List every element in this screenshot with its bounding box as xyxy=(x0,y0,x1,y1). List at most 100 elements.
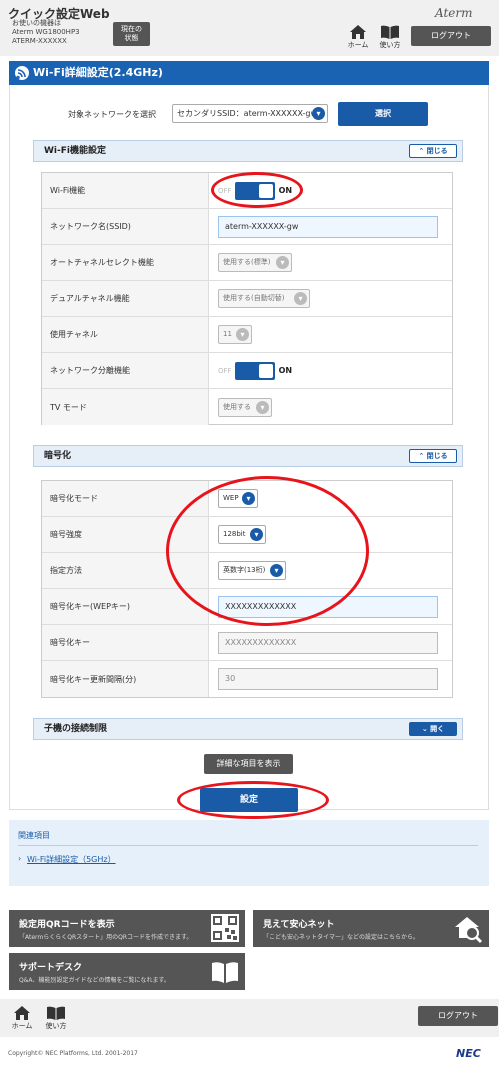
encryption-section-collapse-button[interactable]: ⌃ 閉じる xyxy=(409,449,457,463)
footer-home-nav[interactable]: ホーム xyxy=(8,1006,36,1031)
home-label: ホーム xyxy=(11,1022,33,1030)
table-row: ネットワーク名(SSID) aterm-XXXXXX-gw xyxy=(42,209,452,245)
table-row: オートチャネルセレクト機能 使用する(標準) ▾ xyxy=(42,245,452,281)
card-subtitle: 「AtermらくらくQRスタート」用のQRコードを作成できます。 xyxy=(19,934,193,941)
target-network-select[interactable]: セカンダリSSID：aterm-XXXXXX-gw ▾ xyxy=(172,104,328,123)
card-subtitle: Q&A、機能別設定ガイドなどの情報をご覧になれます。 xyxy=(19,977,170,984)
channel-select: 11 ▾ xyxy=(218,325,252,344)
table-row: ネットワーク分離機能 OFF ON xyxy=(42,353,452,389)
table-row: デュアルチャネル機能 使用する(自動切替) ▾ xyxy=(42,281,452,317)
dual-channel-select: 使用する(自動切替) ▾ xyxy=(218,289,310,308)
aterm-logo: Aterm xyxy=(435,6,473,20)
related-title: 関連項目 xyxy=(18,831,50,840)
select-button[interactable]: 選択 xyxy=(338,102,428,126)
link-bullet-icon: › xyxy=(18,854,22,863)
select-value: 11 xyxy=(223,330,232,338)
row-label: TV モード xyxy=(42,389,209,425)
chevron-down-icon: ▾ xyxy=(312,107,325,120)
row-label: 使用チャネル xyxy=(42,317,209,352)
chevron-down-icon: ▾ xyxy=(236,328,249,341)
related-link-5ghz[interactable]: Wi-Fi詳細設定（5GHz） xyxy=(27,854,116,865)
highlight-ring xyxy=(166,476,369,626)
tv-mode-select: 使用する ▾ xyxy=(218,397,272,417)
row-label: Wi-Fi機能 xyxy=(42,173,209,208)
chevron-down-icon: ▾ xyxy=(294,292,307,305)
page-title-text: Wi-Fi詳細設定(2.4GHz) xyxy=(33,66,163,79)
book-icon xyxy=(47,1006,65,1020)
wifi-settings-section-header: Wi-Fi機能設定 ⌃ 閉じる xyxy=(33,140,463,162)
footer-logout-button[interactable]: ログアウト xyxy=(418,1006,498,1026)
manual-label: 使い方 xyxy=(45,1022,67,1030)
row-label: デュアルチャネル機能 xyxy=(42,281,209,316)
copyright: Copyright© NEC Platforms, Ltd. 2001-2017 xyxy=(8,1050,138,1057)
toggle-off-label: OFF xyxy=(218,366,232,375)
support-desk-card[interactable]: サポートデスク Q&A、機能別設定ガイドなどの情報をご覧になれます。 xyxy=(9,953,245,990)
card-subtitle: 「こども安心ネットタイマー」などの設定はこちらから。 xyxy=(263,934,420,941)
key-update-interval-input: 30 xyxy=(218,668,438,690)
chevron-down-icon: ▾ xyxy=(276,256,289,269)
table-row: 暗号化キー更新間隔(分) 30 xyxy=(42,661,452,697)
toggle-on-label: ON xyxy=(278,366,293,375)
auto-channel-select: 使用する(標準) ▾ xyxy=(218,253,292,272)
row-label: ネットワーク名(SSID) xyxy=(42,209,209,244)
logout-button[interactable]: ログアウト xyxy=(411,26,491,46)
target-network-value: セカンダリSSID：aterm-XXXXXX-gw xyxy=(177,109,318,118)
home-icon xyxy=(14,1006,30,1020)
card-title: サポートデスク xyxy=(19,963,83,973)
footer-manual-nav[interactable]: 使い方 xyxy=(42,1006,70,1031)
table-row: TV モード 使用する ▾ xyxy=(42,389,452,425)
open-book-icon xyxy=(212,962,238,983)
safe-net-card[interactable]: 見えて安心ネット 「こども安心ネットタイマー」などの設定はこちらから。 xyxy=(253,910,489,947)
card-title: 設定用QRコードを表示 xyxy=(19,920,115,930)
select-value: 使用する xyxy=(223,402,251,411)
toggle-switch[interactable] xyxy=(234,361,275,380)
expand-label: 開く xyxy=(430,725,445,733)
wifi-section-collapse-button[interactable]: ⌃ 閉じる xyxy=(409,144,457,158)
wifi-settings-table: Wi-Fi機能 OFF ON ネットワーク名(SSID) aterm-XXXXX… xyxy=(41,172,453,425)
row-label: ネットワーク分離機能 xyxy=(42,353,209,388)
divider xyxy=(18,845,478,846)
manual-label: 使い方 xyxy=(379,41,401,49)
child-section-expand-button[interactable]: ⌄ 開く xyxy=(409,722,457,736)
chevron-down-icon: ▾ xyxy=(256,400,269,414)
nec-logo: NEC xyxy=(456,1047,481,1060)
device-name: ATERM-XXXXXX xyxy=(12,37,67,45)
status-button-line2: 状態 xyxy=(124,34,139,42)
current-status-button[interactable]: 現在の 状態 xyxy=(113,22,150,46)
manual-nav[interactable]: 使い方 xyxy=(376,25,404,50)
show-details-button[interactable]: 詳細な項目を表示 xyxy=(204,754,293,774)
card-title: 見えて安心ネット xyxy=(263,920,335,930)
status-button-line1: 現在の xyxy=(121,25,142,33)
page-title: Wi-Fi詳細設定(2.4GHz) xyxy=(9,61,489,85)
table-row: 使用チャネル 11 ▾ xyxy=(42,317,452,353)
home-nav[interactable]: ホーム xyxy=(344,25,372,50)
encryption-section-header: 暗号化 ⌃ 閉じる xyxy=(33,445,463,467)
home-label: ホーム xyxy=(347,41,369,49)
collapse-label: 閉じる xyxy=(426,452,448,460)
highlight-ring xyxy=(211,172,303,208)
ssid-input[interactable]: aterm-XXXXXX-gw xyxy=(218,215,438,238)
row-label: オートチャネルセレクト機能 xyxy=(42,245,209,280)
book-icon xyxy=(381,25,399,39)
related-panel xyxy=(9,820,489,886)
target-network-label: 対象ネットワークを選択 xyxy=(68,110,156,119)
select-value: 使用する(標準) xyxy=(223,258,271,266)
device-caption: お使いの機器は xyxy=(12,19,61,27)
encryption-section-title: 暗号化 xyxy=(44,451,72,461)
qr-code-icon xyxy=(211,914,239,942)
table-row: 暗号化キー XXXXXXXXXXXXX xyxy=(42,625,452,661)
child-restriction-section-header: 子機の接続制限 ⌄ 開く xyxy=(33,718,463,740)
network-isolation-toggle[interactable]: OFF ON xyxy=(218,353,292,388)
device-model: Aterm WG1800HP3 xyxy=(12,28,80,36)
select-value: 使用する(自動切替) xyxy=(223,294,285,302)
row-label: 暗号化キー更新間隔(分) xyxy=(42,661,209,697)
wifi-section-title: Wi-Fi機能設定 xyxy=(44,146,106,156)
qr-code-card[interactable]: 設定用QRコードを表示 「AtermらくらくQRスタート」用のQRコードを作成で… xyxy=(9,910,245,947)
wifi-icon xyxy=(15,66,29,80)
encryption-key-input: XXXXXXXXXXXXX xyxy=(218,631,438,654)
row-label: 暗号化キー xyxy=(42,625,209,660)
child-section-title: 子機の接続制限 xyxy=(44,724,108,734)
house-search-icon xyxy=(455,917,483,944)
highlight-ring xyxy=(177,781,329,819)
collapse-label: 閉じる xyxy=(426,147,448,155)
